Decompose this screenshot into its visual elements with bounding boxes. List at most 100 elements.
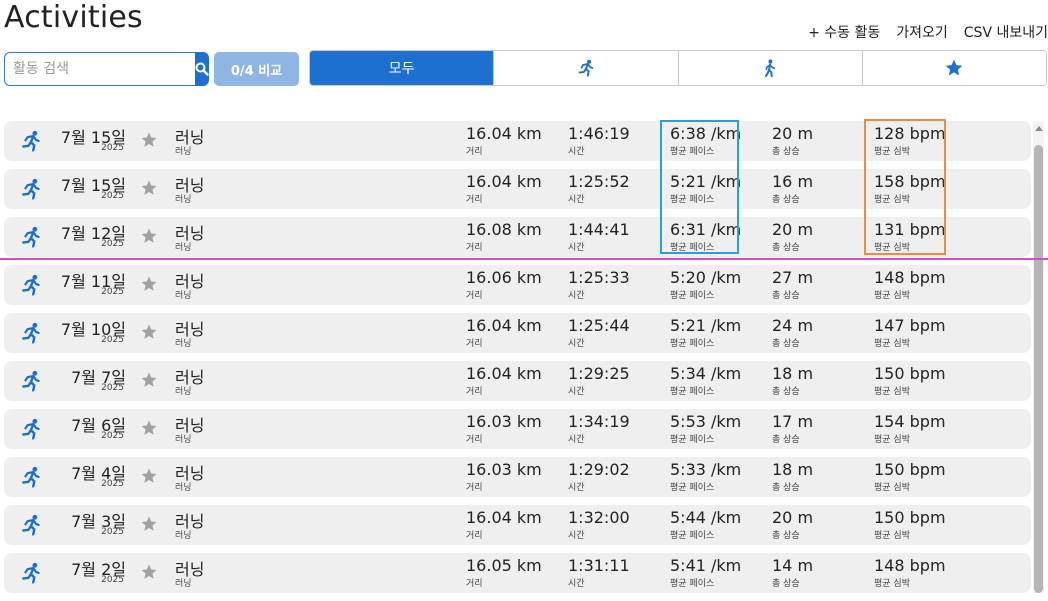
hr-label: 평균 심박 — [874, 483, 910, 493]
activity-type: 러닝 — [175, 339, 192, 349]
time-label: 시간 — [568, 291, 585, 301]
list-item[interactable]: 7월 11일 2025 러닝 러닝 16.06 km 거리 1:25:33 시간 5:20 /k… — [4, 265, 1031, 305]
time-value: 1:31:11 — [568, 556, 630, 575]
favorite-star-icon[interactable] — [140, 371, 158, 389]
pace-label: 평균 페이스 — [670, 435, 715, 445]
activity-type: 러닝 — [175, 531, 192, 541]
running-icon — [20, 370, 42, 392]
time-value: 1:34:19 — [568, 412, 630, 431]
distance-value: 16.03 km — [466, 412, 542, 431]
favorite-star-icon[interactable] — [140, 227, 158, 245]
favorite-star-icon[interactable] — [140, 179, 158, 197]
list-item[interactable]: 7월 10일 2025 러닝 러닝 16.04 km 거리 1:25:44 시간 5:21 /k… — [4, 313, 1031, 353]
running-icon — [20, 418, 42, 440]
elevation-label: 총 상승 — [772, 483, 800, 493]
search-box — [4, 52, 209, 86]
elevation-label: 총 상승 — [772, 339, 800, 349]
distance-label: 거리 — [466, 291, 483, 301]
hr-label: 평균 심박 — [874, 387, 910, 397]
time-label: 시간 — [568, 531, 585, 541]
activity-year: 2025 — [101, 335, 124, 345]
filter-favorites-tab[interactable] — [862, 51, 1046, 85]
import-button[interactable]: 가져오기 — [896, 22, 948, 42]
running-icon — [20, 514, 42, 536]
filter-all-tab[interactable]: 모두 — [310, 51, 495, 85]
export-csv-button[interactable]: CSV 내보내기 — [964, 22, 1048, 42]
list-item[interactable]: 7월 2일 2025 러닝 러닝 16.05 km 거리 1:31:11 시간 5:41 /km… — [4, 553, 1031, 593]
distance-value: 16.04 km — [466, 124, 542, 143]
list-item[interactable]: 7월 7일 2025 러닝 러닝 16.04 km 거리 1:29:25 시간 5:34 /km… — [4, 361, 1031, 401]
pace-label: 평균 페이스 — [670, 483, 715, 493]
time-value: 1:25:33 — [568, 268, 630, 287]
running-icon — [20, 562, 42, 584]
activity-type: 러닝 — [175, 195, 192, 205]
compare-button[interactable]: 0/4 비교 — [214, 52, 299, 86]
favorite-star-icon[interactable] — [140, 515, 158, 533]
hr-label: 평균 심박 — [874, 339, 910, 349]
distance-value: 16.03 km — [466, 460, 542, 479]
distance-label: 거리 — [466, 387, 483, 397]
elevation-label: 총 상승 — [772, 147, 800, 157]
running-icon — [20, 178, 42, 200]
elevation-value: 20 m — [772, 508, 814, 527]
elevation-label: 총 상승 — [772, 195, 800, 205]
add-manual-activity-button[interactable]: + 수동 활동 — [808, 22, 880, 42]
distance-value: 16.04 km — [466, 364, 542, 383]
activity-year: 2025 — [101, 383, 124, 393]
pace-label: 평균 페이스 — [670, 291, 715, 301]
activity-year: 2025 — [101, 287, 124, 297]
time-value: 1:44:41 — [568, 220, 630, 239]
favorite-star-icon[interactable] — [140, 275, 158, 293]
elevation-label: 총 상승 — [772, 579, 800, 589]
activity-type: 러닝 — [175, 243, 192, 253]
search-button[interactable] — [195, 52, 209, 86]
time-label: 시간 — [568, 387, 585, 397]
filter-walking-tab[interactable] — [678, 51, 863, 85]
distance-label: 거리 — [466, 435, 483, 445]
pace-label: 평균 페이스 — [670, 579, 715, 589]
favorite-star-icon[interactable] — [140, 131, 158, 149]
pace-highlight-box — [660, 120, 739, 254]
search-input[interactable] — [4, 52, 195, 86]
time-label: 시간 — [568, 435, 585, 445]
elevation-value: 20 m — [772, 220, 814, 239]
distance-label: 거리 — [466, 531, 483, 541]
pace-value: 5:41 /km — [670, 556, 742, 575]
filter-running-tab[interactable] — [494, 51, 679, 85]
pace-value: 5:44 /km — [670, 508, 742, 527]
hr-value: 154 bpm — [874, 412, 946, 431]
running-icon — [578, 59, 594, 77]
list-item[interactable]: 7월 4일 2025 러닝 러닝 16.03 km 거리 1:29:02 시간 5:33 /km… — [4, 457, 1031, 497]
hr-label: 평균 심박 — [874, 579, 910, 589]
activity-filter: 모두 — [309, 50, 1047, 86]
favorite-star-icon[interactable] — [140, 323, 158, 341]
hr-value: 150 bpm — [874, 508, 946, 527]
time-label: 시간 — [568, 147, 585, 157]
scroll-up-arrow[interactable] — [1035, 126, 1043, 131]
activity-type: 러닝 — [175, 435, 192, 445]
list-item[interactable]: 7월 6일 2025 러닝 러닝 16.03 km 거리 1:34:19 시간 5:53 /km… — [4, 409, 1031, 449]
elevation-value: 20 m — [772, 124, 814, 143]
time-value: 1:32:00 — [568, 508, 630, 527]
hr-value: 148 bpm — [874, 268, 946, 287]
hr-value: 150 bpm — [874, 460, 946, 479]
distance-label: 거리 — [466, 147, 483, 157]
favorite-star-icon[interactable] — [140, 563, 158, 581]
divider-line — [0, 258, 1048, 260]
favorite-star-icon[interactable] — [140, 467, 158, 485]
running-icon — [20, 466, 42, 488]
favorite-star-icon[interactable] — [140, 419, 158, 437]
distance-label: 거리 — [466, 195, 483, 205]
time-label: 시간 — [568, 579, 585, 589]
time-label: 시간 — [568, 195, 585, 205]
list-item[interactable]: 7월 3일 2025 러닝 러닝 16.04 km 거리 1:32:00 시간 5:44 /km… — [4, 505, 1031, 545]
running-icon — [20, 130, 42, 152]
activity-type: 러닝 — [175, 483, 192, 493]
activity-year: 2025 — [101, 575, 124, 585]
scrollbar-thumb[interactable] — [1034, 145, 1043, 593]
page-title: Activities — [4, 0, 143, 35]
activity-type: 러닝 — [175, 387, 192, 397]
distance-label: 거리 — [466, 483, 483, 493]
top-actions: + 수동 활동 가져오기 CSV 내보내기 — [808, 22, 1048, 42]
running-icon — [20, 274, 42, 296]
